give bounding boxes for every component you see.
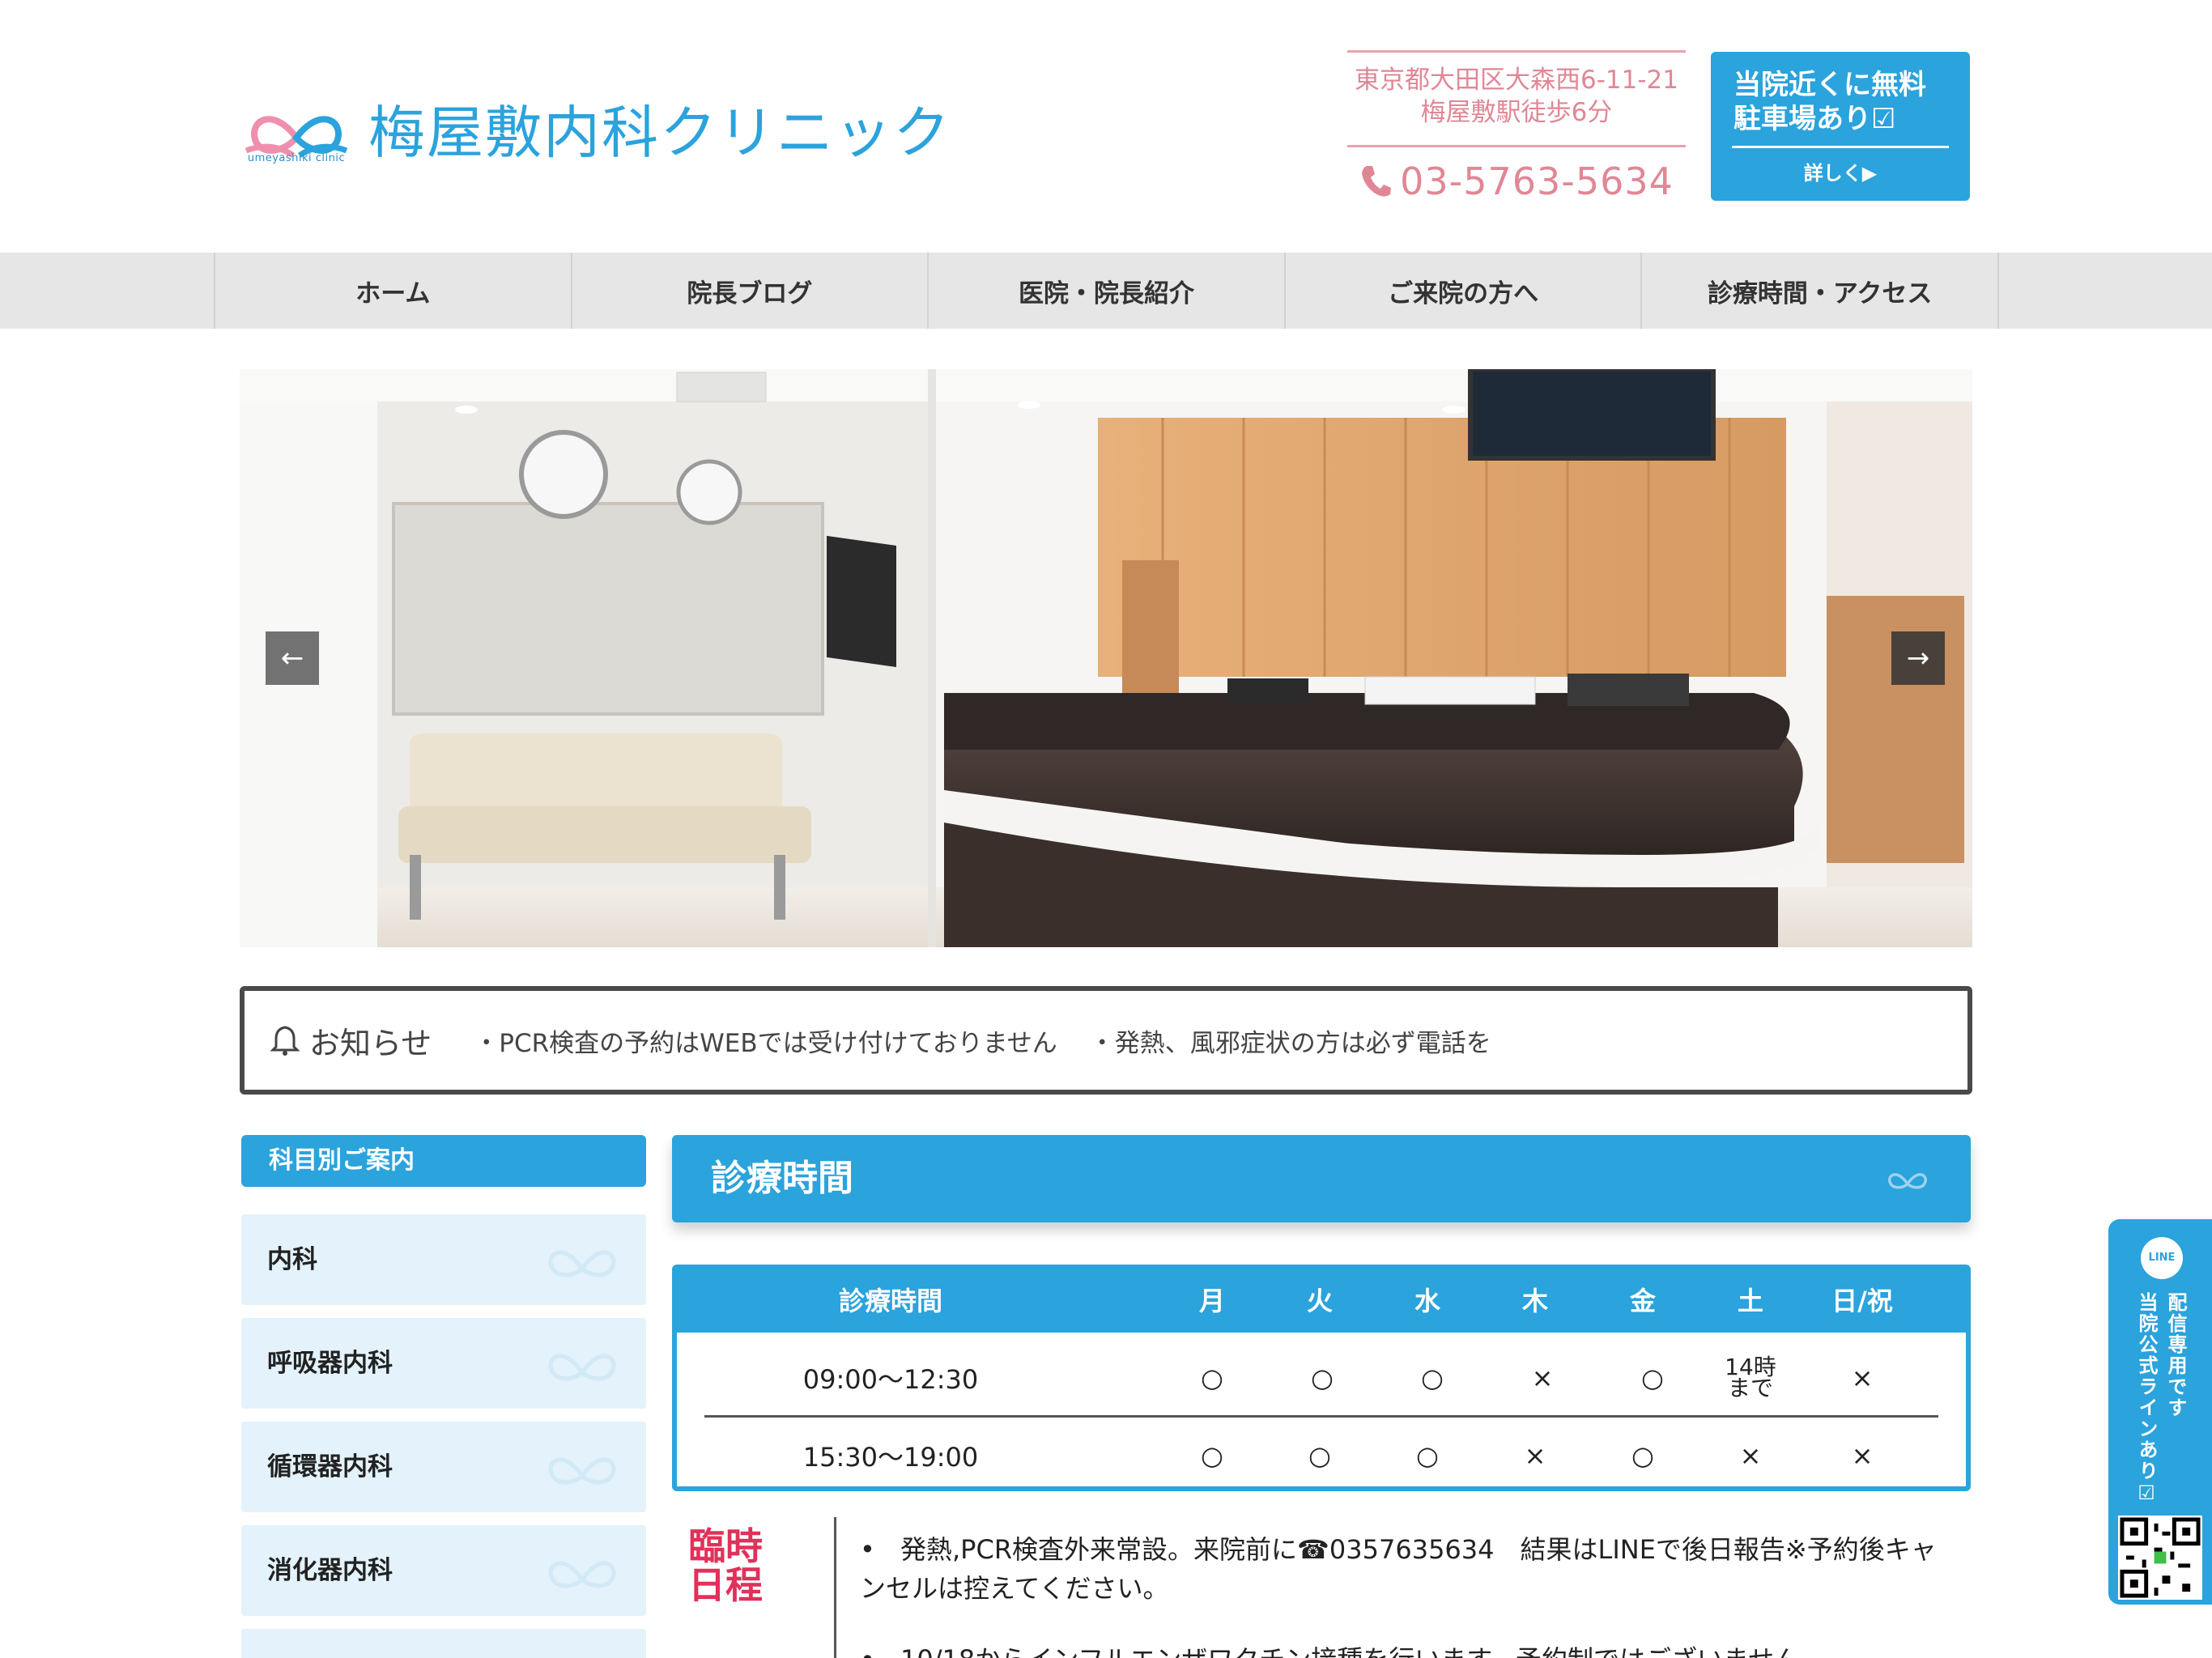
header-cell: 金 bbox=[1629, 1286, 1656, 1316]
temporary-schedule-label: 臨時 日程 bbox=[688, 1524, 763, 1607]
list-item: • 10/18からインフルエンザワクチン接種を行います。予約制ではございません。 bbox=[860, 1640, 1937, 1658]
table-cell: ○ bbox=[1308, 1440, 1331, 1471]
table-cell: × bbox=[1851, 1363, 1874, 1393]
hours-table: 診療時間 月 火 水 木 金 土 日/祝 09:00〜12:30 ○ ○ ○ ×… bbox=[672, 1265, 1971, 1491]
table-cell: ○ bbox=[1421, 1363, 1444, 1393]
table-cell: × bbox=[1531, 1363, 1554, 1393]
line-badge-text: 当院公式ラインあり☑ bbox=[2135, 1292, 2158, 1506]
sidebar-header: 科目別ご案内 bbox=[241, 1135, 646, 1187]
heart-logo-icon bbox=[548, 1354, 616, 1381]
news-items: ・PCR検査の予約はWEBでは受け付けておりません ・発熱、風邪症状の方は必ず電… bbox=[474, 1022, 1491, 1059]
list-item-text: 10/18からインフルエンザワクチン接種を行います。予約制ではございません。 bbox=[860, 1640, 1937, 1658]
table-cell-note: 14時 まで bbox=[1725, 1354, 1776, 1401]
nav-item-visitors[interactable]: ご来院の方へ bbox=[1286, 253, 1643, 329]
bullet: • bbox=[860, 1640, 875, 1658]
address-line: 東京都大田区大森西6-11-21 bbox=[1355, 66, 1678, 95]
heart-logo-icon bbox=[548, 1561, 616, 1588]
slider-next-arrow-icon[interactable]: → bbox=[1891, 631, 1945, 685]
table-cell: ○ bbox=[1631, 1440, 1654, 1471]
news-item[interactable]: ・発熱、風邪症状の方は必ず電話を bbox=[1090, 1022, 1491, 1059]
hero-slider: ← → bbox=[240, 369, 1972, 947]
header-cell: 日/祝 bbox=[1831, 1286, 1893, 1316]
table-cell: ○ bbox=[1201, 1440, 1223, 1471]
header-cell: 診療時間 bbox=[838, 1286, 942, 1316]
heart-logo-icon bbox=[1888, 1173, 1927, 1189]
sidebar-item-label: 循環器内科 bbox=[267, 1452, 393, 1482]
header-cell: 水 bbox=[1414, 1286, 1440, 1316]
sidebar-item-internal-medicine[interactable]: 内科 bbox=[241, 1214, 646, 1305]
header-cell: 木 bbox=[1521, 1286, 1548, 1316]
sidebar-item-cardiology[interactable]: 循環器内科 bbox=[241, 1422, 646, 1512]
row-divider bbox=[704, 1415, 1938, 1418]
nav-item-hours-access[interactable]: 診療時間・アクセス bbox=[1642, 253, 1999, 329]
news-title: お知らせ bbox=[309, 1025, 432, 1061]
nav-items: ホーム 院長ブログ 医院・院長紹介 ご来院の方へ 診療時間・アクセス bbox=[214, 253, 1999, 329]
sidebar-item-more[interactable] bbox=[241, 1629, 646, 1658]
sidebar-item-gastroenterology[interactable]: 消化器内科 bbox=[241, 1525, 646, 1616]
table-cell: ○ bbox=[1201, 1363, 1223, 1393]
bullet: • bbox=[860, 1534, 875, 1565]
table-cell: ○ bbox=[1311, 1363, 1334, 1393]
access-line: 梅屋敷駅徒歩6分 bbox=[1420, 98, 1613, 127]
section-title-text: 診療時間 bbox=[711, 1158, 853, 1199]
main-nav: ホーム 院長ブログ 医院・院長紹介 ご来院の方へ 診療時間・アクセス bbox=[0, 253, 2212, 329]
phone-number: 03-5763-5634 bbox=[1400, 159, 1674, 203]
temporary-divider bbox=[834, 1517, 836, 1658]
line-official-badge[interactable]: LINE 配信専用です 当院公式ラインあり☑ bbox=[2108, 1219, 2212, 1605]
parking-details-link: 詳しく▶ bbox=[1803, 162, 1878, 185]
header-cell: 土 bbox=[1737, 1286, 1763, 1316]
heart-logo-icon bbox=[548, 1250, 616, 1278]
site-header: umeyashiki clinic 梅屋敷内科クリニック 東京都大田区大森西6-… bbox=[0, 0, 2212, 253]
table-cell: × bbox=[1739, 1440, 1762, 1471]
sidebar-item-label: 呼吸器内科 bbox=[267, 1349, 393, 1378]
phone-icon bbox=[1362, 166, 1392, 197]
list-item: • 発熱,PCR検査外来常設。来院前に☎0357635634 結果はLINEで後… bbox=[860, 1530, 1937, 1608]
list-item-text: 発熱,PCR検査外来常設。来院前に☎0357635634 結果はLINEで後日報… bbox=[860, 1534, 1937, 1604]
nav-item-blog[interactable]: 院長ブログ bbox=[572, 253, 929, 329]
sidebar-item-label: 消化器内科 bbox=[267, 1556, 393, 1585]
table-cell: ○ bbox=[1416, 1440, 1439, 1471]
header-cell: 月 bbox=[1198, 1286, 1225, 1316]
news-item[interactable]: ・PCR検査の予約はWEBでは受け付けておりません bbox=[474, 1022, 1057, 1059]
address-box: 東京都大田区大森西6-11-21 梅屋敷駅徒歩6分 bbox=[1347, 50, 1686, 147]
qr-code-icon bbox=[2118, 1516, 2202, 1600]
heart-logo-icon bbox=[548, 1457, 616, 1485]
temporary-schedule-list: • 発熱,PCR検査外来常設。来院前に☎0357635634 結果はLINEで後… bbox=[860, 1530, 1937, 1658]
clinic-name[interactable]: 梅屋敷内科クリニック bbox=[368, 87, 951, 169]
line-badge-text: 配信専用です bbox=[2164, 1292, 2187, 1418]
waiting-room-image bbox=[240, 369, 1972, 947]
phone-link[interactable]: 03-5763-5634 bbox=[1347, 155, 1686, 207]
sidebar-item-respiratory[interactable]: 呼吸器内科 bbox=[241, 1318, 646, 1409]
table-cell-time: 09:00〜12:30 bbox=[802, 1364, 979, 1395]
table-cell-time: 15:30〜19:00 bbox=[802, 1442, 979, 1473]
header-cell: 火 bbox=[1306, 1286, 1333, 1316]
news-ticker-box: お知らせ ・PCR検査の予約はWEBでは受け付けておりません ・発熱、風邪症状の… bbox=[240, 986, 1972, 1095]
free-parking-button[interactable]: 当院近くに無料 駐車場あり☑ 詳しく▶ bbox=[1711, 52, 1970, 201]
section-title-hours: 診療時間 bbox=[672, 1135, 1971, 1222]
slider-prev-arrow-icon[interactable]: ← bbox=[266, 631, 319, 685]
parking-text: 当院近くに無料 駐車場あり☑ bbox=[1733, 69, 1926, 135]
nav-item-about[interactable]: 医院・院長紹介 bbox=[929, 253, 1286, 329]
logo-subtext: umeyashiki clinic bbox=[247, 152, 346, 164]
table-cell: × bbox=[1524, 1440, 1546, 1471]
sidebar-item-label: 内科 bbox=[267, 1245, 317, 1274]
nav-item-home[interactable]: ホーム bbox=[215, 253, 572, 329]
table-cell: ○ bbox=[1641, 1363, 1664, 1393]
parking-divider bbox=[1732, 146, 1949, 148]
line-logo-icon: LINE bbox=[2141, 1237, 2183, 1279]
bell-icon bbox=[270, 1026, 300, 1056]
table-cell: × bbox=[1851, 1440, 1874, 1471]
